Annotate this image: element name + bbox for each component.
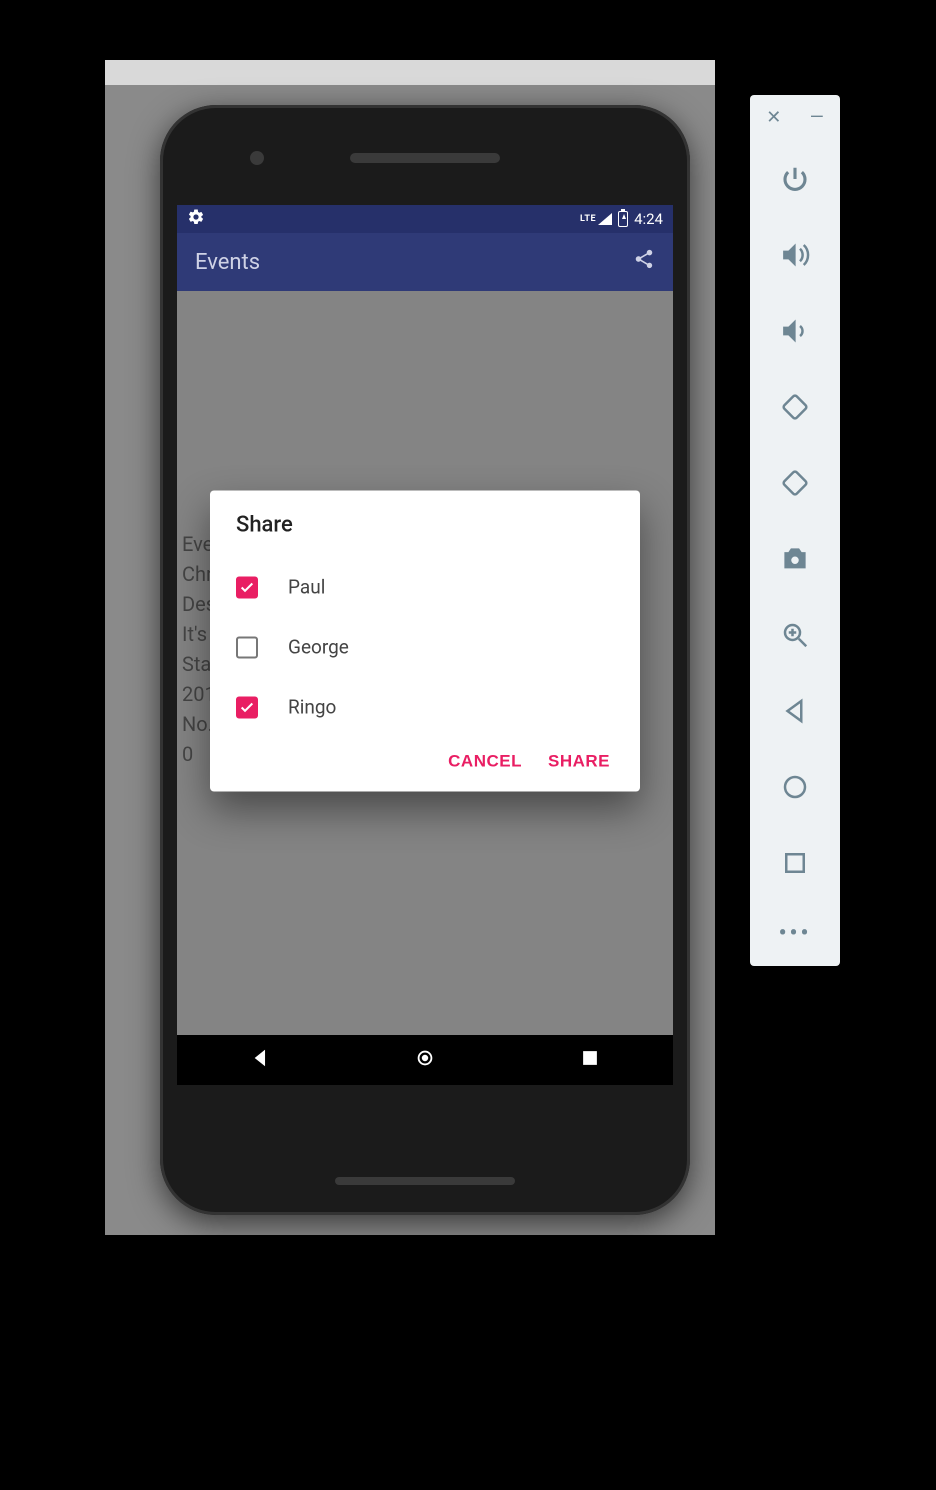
volume-up-icon[interactable] [777, 237, 813, 273]
dialog-actions: CANCEL SHARE [236, 743, 614, 779]
battery-icon [618, 211, 628, 227]
checkbox-checked-icon[interactable] [236, 696, 258, 718]
nav-back-icon[interactable] [249, 1047, 271, 1073]
phone-frame: LTE 4:24 Events Even Chri Des It's t Sta… [160, 105, 690, 1215]
emulator-toolbar: ✕ — ••• [750, 95, 840, 966]
back-icon[interactable] [777, 693, 813, 729]
speaker-top [350, 153, 500, 163]
nav-overview-icon[interactable] [579, 1047, 601, 1073]
status-clock: 4:24 [634, 210, 663, 228]
nav-home-icon[interactable] [414, 1047, 436, 1073]
checkbox-checked-icon[interactable] [236, 576, 258, 598]
speaker-bottom [335, 1177, 515, 1185]
share-button[interactable]: SHARE [548, 751, 610, 771]
emulator-window: LTE 4:24 Events Even Chri Des It's t Sta… [105, 60, 715, 1235]
share-option-george[interactable]: George [236, 617, 614, 677]
option-label: Ringo [288, 696, 336, 719]
share-option-paul[interactable]: Paul [236, 557, 614, 617]
share-icon[interactable] [633, 248, 655, 276]
status-bar: LTE 4:24 [177, 205, 673, 233]
dialog-title: Share [236, 512, 614, 537]
camera-dot [250, 151, 264, 165]
close-icon[interactable]: ✕ [766, 109, 781, 127]
gear-icon [187, 208, 205, 230]
more-icon[interactable]: ••• [779, 921, 812, 946]
home-icon[interactable] [777, 769, 813, 805]
option-label: Paul [288, 576, 325, 599]
page-title: Events [195, 250, 633, 275]
option-label: George [288, 636, 349, 659]
android-nav-bar [177, 1035, 673, 1085]
content-area: Even Chri Des It's t Star 2018 No. 0 Sha… [177, 291, 673, 1035]
rotate-right-icon[interactable] [777, 465, 813, 501]
power-icon[interactable] [777, 161, 813, 197]
minimize-icon[interactable]: — [810, 109, 824, 127]
checkbox-unchecked-icon[interactable] [236, 636, 258, 658]
overview-icon[interactable] [777, 845, 813, 881]
signal-icon [598, 213, 612, 225]
zoom-in-icon[interactable] [777, 617, 813, 653]
camera-icon[interactable] [777, 541, 813, 577]
lte-label: LTE [580, 214, 596, 224]
volume-down-icon[interactable] [777, 313, 813, 349]
phone-screen: LTE 4:24 Events Even Chri Des It's t Sta… [177, 205, 673, 1085]
share-option-ringo[interactable]: Ringo [236, 677, 614, 737]
rotate-left-icon[interactable] [777, 389, 813, 425]
share-dialog: Share Paul George Ringo CANCEL [210, 490, 640, 791]
cancel-button[interactable]: CANCEL [448, 751, 522, 771]
app-bar: Events [177, 233, 673, 291]
